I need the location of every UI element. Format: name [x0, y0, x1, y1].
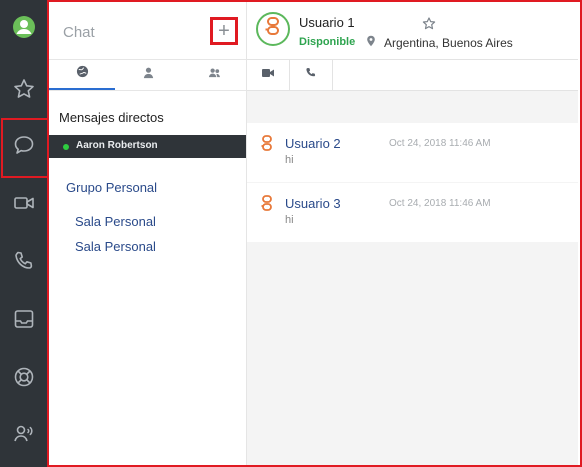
conversation-header: Usuario 1 Disponible Argentina, Buenos A… [247, 2, 578, 60]
contact-speaking-icon [12, 421, 36, 450]
chat-bubble-icon [12, 133, 36, 162]
group-item[interactable]: Grupo Personal [66, 180, 157, 195]
message-time: Oct 24, 2018 11:46 AM [389, 198, 491, 209]
message-text: hi [285, 154, 294, 166]
video-camera-icon [261, 66, 275, 84]
globe-icon [76, 65, 89, 83]
video-icon [12, 191, 36, 220]
rail-item-inbox[interactable] [0, 292, 48, 350]
rail-item-contacts[interactable] [0, 406, 48, 464]
direct-messages-heading: Mensajes directos [59, 110, 164, 125]
user-avatar-icon [12, 15, 36, 44]
room-item[interactable]: Sala Personal [75, 239, 156, 254]
conversation-user-name: Usuario 1 [299, 15, 355, 30]
tab-all[interactable] [49, 60, 115, 90]
chat-title: Chat [63, 24, 95, 41]
user-location: Argentina, Buenos Aires [384, 36, 513, 50]
app-sidebar [0, 0, 49, 467]
new-chat-button[interactable]: + [210, 17, 238, 45]
tab-groups[interactable] [181, 60, 247, 90]
bot-logo-icon [261, 195, 273, 213]
conversation-body: Usuario 2 Oct 24, 2018 11:46 AM hi Usuar… [247, 91, 578, 465]
phone-icon [12, 249, 36, 278]
star-icon [12, 77, 36, 106]
contact-name: Aaron Robertson [76, 140, 158, 151]
rail-item-video[interactable] [0, 176, 48, 234]
tab-video-call[interactable] [247, 60, 290, 90]
conversation-tabs [247, 60, 578, 91]
favorite-star-icon[interactable] [422, 17, 436, 31]
chat-header: Chat + [49, 2, 246, 60]
room-item[interactable]: Sala Personal [75, 214, 156, 229]
chat-tabs [49, 60, 246, 91]
rail-item-chat[interactable] [0, 118, 48, 176]
chat-panel: Chat + Mensajes directos Aaron Robertson… [49, 2, 247, 465]
rail-item-profile[interactable] [0, 0, 48, 58]
inbox-icon [12, 307, 36, 336]
online-status-dot [63, 144, 69, 150]
rail-item-support[interactable] [0, 350, 48, 408]
bot-logo-icon [262, 16, 284, 43]
rail-item-favorites[interactable] [0, 62, 48, 120]
location-pin-icon [366, 34, 376, 47]
message-sender: Usuario 2 [285, 136, 341, 151]
person-icon [142, 66, 155, 84]
support-icon [12, 365, 36, 394]
message-item[interactable]: Usuario 3 Oct 24, 2018 11:46 AM hi [247, 183, 578, 242]
message-text: hi [285, 214, 294, 226]
contact-item[interactable]: Aaron Robertson [49, 135, 246, 158]
message-item[interactable]: Usuario 2 Oct 24, 2018 11:46 AM hi [247, 123, 578, 182]
tab-direct[interactable] [115, 60, 181, 90]
user-avatar[interactable] [256, 12, 290, 46]
bot-logo-icon [261, 135, 273, 153]
message-sender: Usuario 3 [285, 196, 341, 211]
group-icon [208, 66, 221, 84]
user-status: Disponible [299, 36, 356, 48]
rail-item-phone[interactable] [0, 234, 48, 292]
phone-icon [304, 66, 318, 84]
message-time: Oct 24, 2018 11:46 AM [389, 138, 491, 149]
tab-voice-call[interactable] [290, 60, 333, 90]
